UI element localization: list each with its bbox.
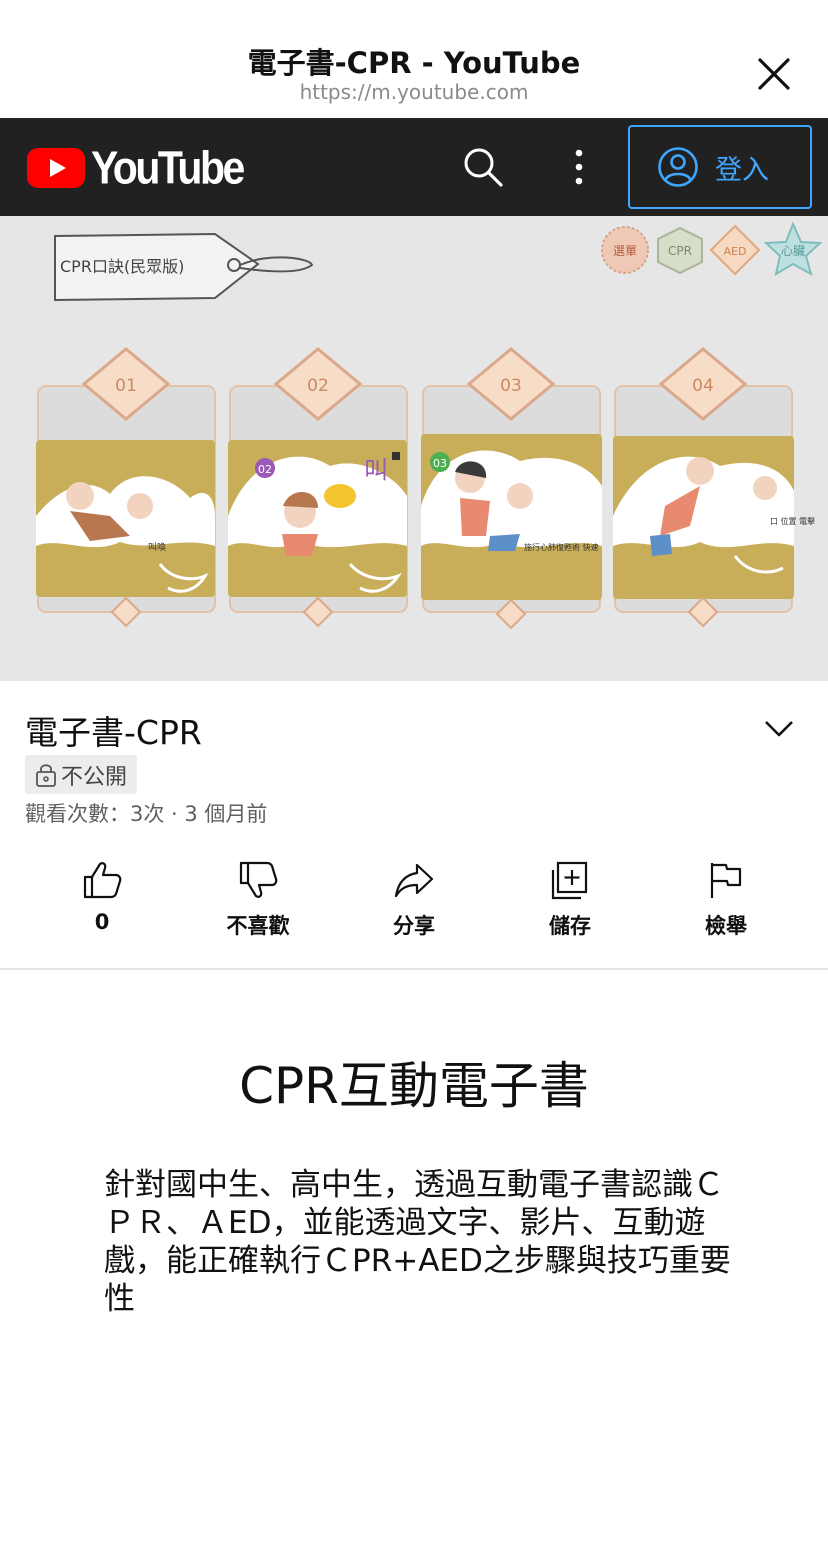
step-caption: 口 位置 電擊: [770, 516, 815, 526]
video-thumbnail: CPR口訣(民眾版) 選單 CPR AED 心臟 01 叫喚 02 叫 02 0…: [0, 216, 828, 681]
report-label: 檢舉: [705, 914, 747, 938]
step-number: 02: [307, 376, 329, 396]
share-icon: [394, 863, 434, 898]
share-button[interactable]: 分享: [344, 852, 484, 952]
badge-label: 心臟: [781, 244, 805, 258]
thumbs-down-icon: [239, 861, 278, 898]
step-card: 01 叫喚: [36, 347, 216, 628]
search-button[interactable]: [462, 146, 504, 188]
report-button[interactable]: 檢舉: [656, 852, 796, 952]
video-title: 電子書-CPR: [25, 713, 202, 752]
step-caption: 叫: [364, 456, 388, 484]
signin-label: 登入: [715, 154, 769, 186]
step-card: 口 位置 電擊 04: [613, 347, 815, 628]
save-label: 儲存: [549, 914, 591, 938]
step-caption: 施行心肺復甦術 快速: [524, 542, 599, 552]
step-card: 03 施行心肺復甦術 快速 03: [421, 347, 602, 630]
like-count: 0: [94, 910, 110, 934]
step-number: 01: [115, 376, 137, 396]
action-bar: 0 不喜歡 分享 儲存 檢舉: [0, 852, 828, 962]
playlist-add-icon: [551, 861, 588, 900]
privacy-label: 不公開: [61, 764, 128, 790]
youtube-logo[interactable]: YouTube: [27, 142, 245, 193]
tag-label: CPR口訣(民眾版): [60, 257, 184, 276]
signin-button[interactable]: 登入: [628, 125, 812, 209]
dislike-button[interactable]: 不喜歡: [188, 852, 328, 952]
search-icon: [464, 148, 503, 187]
sheet-title: 電子書-CPR - YouTube: [247, 46, 581, 80]
thumbs-up-icon: [83, 862, 122, 899]
step-card: 02 叫 02: [228, 347, 408, 628]
save-button[interactable]: 儲存: [500, 852, 640, 952]
expand-description-button[interactable]: [760, 712, 798, 746]
step-number: 04: [692, 376, 714, 396]
close-button[interactable]: [752, 52, 796, 96]
account-icon: [658, 147, 698, 187]
share-label: 分享: [393, 914, 435, 938]
step-caption: 叫喚: [148, 541, 166, 553]
close-icon: [758, 58, 790, 90]
lock-icon: [36, 763, 56, 787]
dislike-label: 不喜歡: [226, 914, 290, 938]
step-number: 03: [500, 376, 522, 396]
more-vert-icon: [575, 149, 583, 185]
more-options-button[interactable]: [566, 148, 592, 186]
badge-label: 選單: [613, 244, 637, 258]
step-tag: 02: [258, 463, 272, 476]
video-player[interactable]: CPR口訣(民眾版) 選單 CPR AED 心臟 01 叫喚 02 叫 02 0…: [0, 216, 828, 681]
step-tag: 03: [433, 457, 447, 470]
sheet-url: https://m.youtube.com: [299, 80, 529, 104]
description-heading: CPR互動電子書: [239, 1057, 589, 1115]
badge-label: CPR: [668, 244, 692, 258]
description-body: 針對國中生、高中生，透過互動電子書認識ＣＰＲ、ＡED，並能透過文字、影片、互動遊…: [104, 1167, 731, 1317]
privacy-badge: 不公開: [25, 755, 138, 794]
flag-icon: [710, 863, 742, 898]
youtube-play-icon: [27, 148, 85, 188]
youtube-logo-text: YouTube: [91, 141, 245, 194]
badge-cpr-icon: CPR: [657, 226, 703, 275]
chevron-down-icon: [765, 721, 793, 737]
like-button[interactable]: 0: [32, 852, 172, 952]
badge-menu-icon: 選單: [601, 226, 649, 274]
view-count-meta: 觀看次數：3次 · 3 個月前: [25, 802, 268, 826]
badge-label: AED: [724, 245, 747, 258]
divider: [0, 968, 828, 970]
sheet-header: 電子書-CPR - YouTube https://m.youtube.com: [0, 0, 828, 118]
